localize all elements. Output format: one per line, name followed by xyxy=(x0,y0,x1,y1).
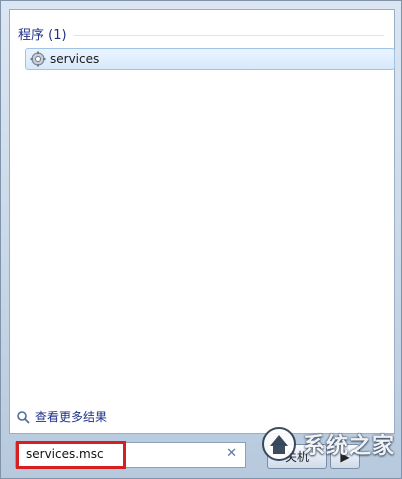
result-item-label: services xyxy=(50,52,100,66)
search-highlight-annotation xyxy=(16,441,126,469)
start-menu-search-panel: 程序 (1) services 查看更多结果 services.msc ✕ 关机… xyxy=(0,0,402,479)
search-results-pane: 程序 (1) services 查看更多结果 xyxy=(9,9,395,434)
gear-icon xyxy=(30,51,46,67)
search-icon xyxy=(17,410,30,424)
watermark: 系统之家 xyxy=(261,426,395,462)
see-more-label: 查看更多结果 xyxy=(35,410,108,424)
watermark-logo-icon xyxy=(261,427,296,461)
close-icon[interactable]: ✕ xyxy=(226,446,237,461)
watermark-text: 系统之家 xyxy=(302,434,395,459)
programs-section-header: 程序 (1) xyxy=(18,28,67,43)
section-divider xyxy=(74,35,384,36)
see-more-results-link[interactable]: 查看更多结果 xyxy=(16,408,107,425)
result-item-services[interactable]: services xyxy=(25,48,395,70)
